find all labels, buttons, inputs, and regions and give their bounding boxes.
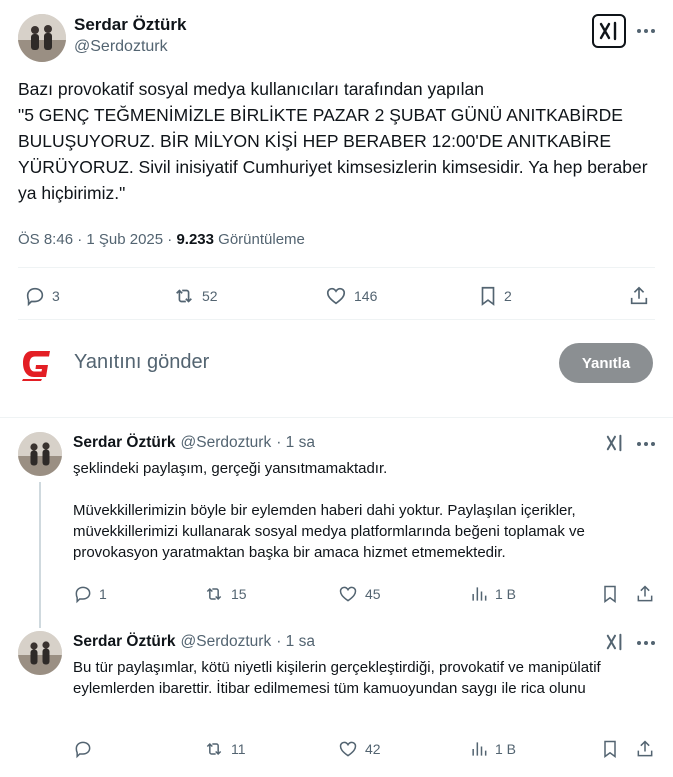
divider — [18, 267, 655, 268]
grok-icon[interactable] — [605, 434, 625, 452]
tweet-time[interactable]: ÖS 8:46 · 1 Şub 2025 · — [18, 231, 172, 248]
like-count: 42 — [365, 741, 381, 757]
reply-avatar[interactable] — [18, 631, 62, 675]
repost-count: 11 — [231, 741, 246, 757]
thread-line — [39, 482, 41, 628]
reply-action[interactable] — [73, 739, 99, 759]
like-action[interactable]: 45 — [337, 584, 381, 604]
user-avatar[interactable] — [20, 343, 62, 385]
heart-icon — [339, 586, 357, 602]
heart-icon — [339, 741, 357, 757]
bookmark-action[interactable] — [601, 584, 619, 604]
repost-action[interactable]: 11 — [203, 739, 246, 759]
reply-author-name[interactable]: Serdar Öztürk — [73, 633, 176, 651]
reply-icon — [75, 741, 91, 759]
author-handle[interactable]: @Serdozturk — [74, 38, 168, 56]
reply-icon — [75, 586, 91, 604]
grok-icon[interactable] — [605, 633, 625, 651]
repost-action[interactable]: 15 — [203, 584, 247, 604]
reply-header: Serdar Öztürk @Serdozturk · 1 sa — [73, 434, 315, 452]
share-action[interactable] — [635, 739, 655, 759]
bookmark-action[interactable]: 2 — [478, 285, 512, 307]
reply-text: şeklindeki paylaşım, gerçeği yansıtmamak… — [73, 460, 585, 561]
reply-count: 3 — [52, 288, 60, 304]
like-count: 45 — [365, 586, 381, 602]
heart-icon — [326, 287, 346, 305]
bookmark-icon — [481, 286, 495, 306]
reply-avatar[interactable] — [18, 432, 62, 476]
share-icon — [637, 585, 653, 602]
like-action[interactable]: 42 — [337, 739, 381, 759]
reply-button[interactable]: Yanıtla — [559, 343, 653, 383]
views-action[interactable]: 1 B — [469, 739, 516, 759]
repost-icon — [176, 289, 192, 303]
share-icon — [637, 740, 653, 757]
reply-action[interactable]: 3 — [24, 285, 60, 307]
repost-count: 52 — [202, 288, 218, 304]
more-icon[interactable] — [637, 29, 655, 33]
reply-action[interactable]: 1 — [73, 584, 107, 604]
reply-author-handle[interactable]: @Serdozturk — [181, 633, 272, 651]
views-label: Görüntüleme — [218, 231, 305, 248]
bookmark-action[interactable] — [601, 739, 619, 759]
more-icon[interactable] — [637, 641, 655, 645]
like-action[interactable]: 146 — [324, 285, 377, 307]
grok-icon[interactable] — [592, 14, 626, 48]
views-action[interactable]: 1 B — [469, 584, 516, 604]
repost-count: 15 — [231, 586, 247, 602]
bookmark-icon — [604, 740, 616, 758]
reply-time[interactable]: · 1 sa — [276, 434, 315, 452]
like-count: 146 — [354, 288, 378, 304]
views-count: 9.233 — [176, 231, 214, 248]
views-count: 1 B — [495, 741, 517, 757]
author-name[interactable]: Serdar Öztürk — [74, 15, 186, 35]
share-icon — [630, 286, 648, 305]
analytics-icon — [472, 587, 487, 601]
reply-time[interactable]: · 1 sa — [276, 633, 315, 651]
divider — [0, 417, 673, 418]
repost-action[interactable]: 52 — [172, 285, 218, 307]
repost-icon — [206, 742, 222, 756]
reply-icon — [26, 287, 44, 307]
views-count: 1 B — [495, 586, 517, 602]
reply-input[interactable]: Yanıtını gönder — [74, 351, 209, 374]
bookmark-icon — [604, 585, 616, 603]
reply-count: 1 — [99, 586, 107, 602]
reply-header: Serdar Öztürk @Serdozturk · 1 sa — [73, 633, 315, 651]
bookmark-count: 2 — [504, 288, 512, 304]
tweet-text: Bazı provokatif sosyal medya kullanıcıla… — [18, 79, 648, 203]
repost-icon — [206, 587, 222, 601]
author-avatar[interactable] — [18, 14, 66, 62]
share-action[interactable] — [635, 584, 655, 604]
divider — [18, 319, 655, 320]
analytics-icon — [472, 742, 487, 756]
more-icon[interactable] — [637, 442, 655, 446]
reply-author-handle[interactable]: @Serdozturk — [181, 434, 272, 452]
reply-author-name[interactable]: Serdar Öztürk — [73, 434, 176, 452]
reply-text: Bu tür paylaşımlar, kötü niyetli kişiler… — [73, 659, 605, 697]
tweet-meta: ÖS 8:46 · 1 Şub 2025 · 9.233 Görüntüleme — [18, 231, 305, 248]
share-action[interactable] — [628, 285, 650, 307]
